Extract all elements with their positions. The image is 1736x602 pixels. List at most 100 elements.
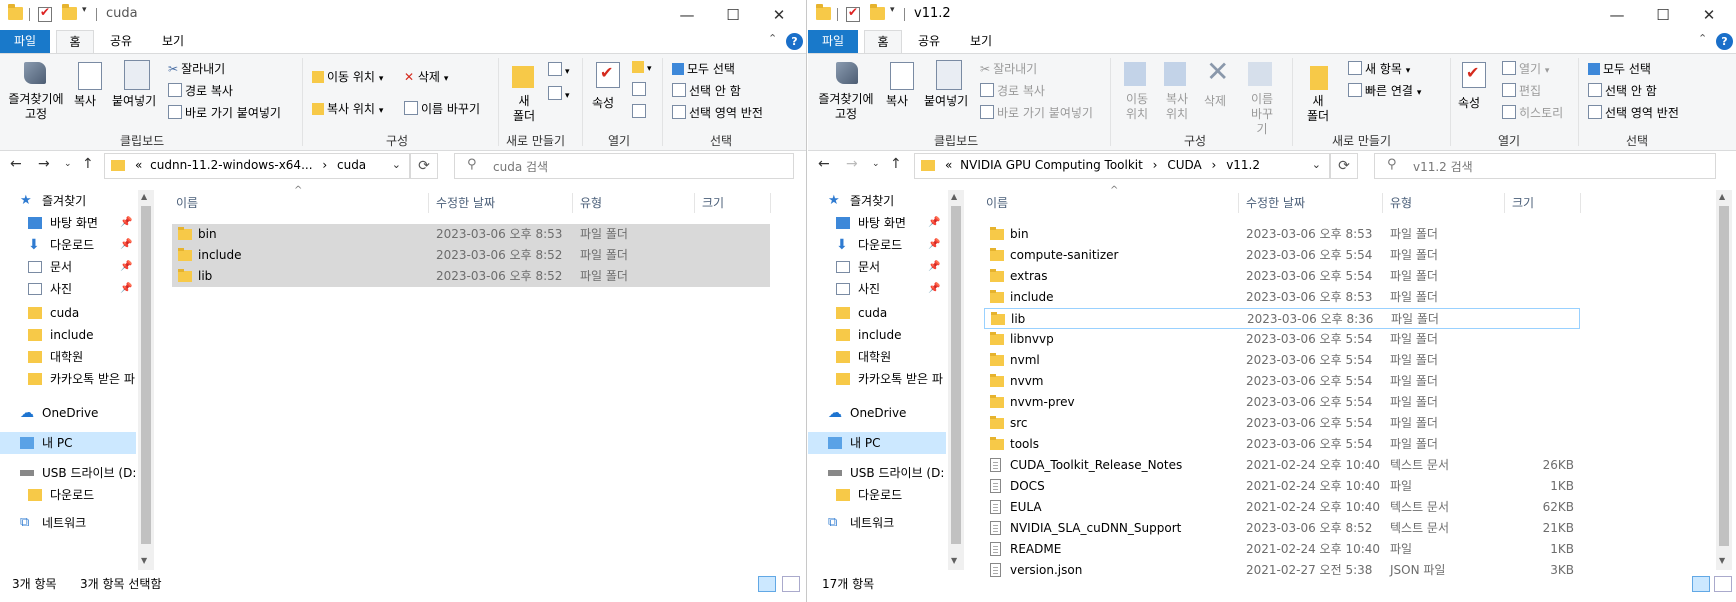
up-arrow-icon[interactable]: ↑ [890,156,902,172]
nav-item[interactable]: 문서 📌 [0,256,136,278]
file-row[interactable]: libnvvp 2023-03-06 오후 5:54 파일 폴더 [984,329,1580,350]
close-button[interactable]: ✕ [756,0,802,30]
address-box[interactable]: « cudnn-11.2-windows-x64... › cuda ⌄ [104,153,410,179]
search-box[interactable]: ⚲ v11.2 검색 [1374,153,1716,179]
close-button[interactable]: ✕ [1686,0,1732,30]
new-folder-button[interactable]: 새 폴더 [1306,94,1330,124]
copy-button[interactable]: 복사 [74,92,96,109]
minimize-button[interactable]: — [664,0,710,30]
copy-path-button[interactable]: 경로 복사 [168,82,233,99]
forward-arrow-icon[interactable]: → [846,156,858,172]
column-type[interactable]: 유형 [1390,193,1412,213]
paste-button[interactable]: 붙여넣기 [112,92,156,109]
nav-item[interactable]: 대학원 [0,346,136,368]
new-folder-button[interactable]: 새 폴더 [512,94,536,124]
invert-selection-button[interactable]: 선택 영역 반전 [672,104,763,121]
nav-item[interactable]: 카카오톡 받은 파 [808,368,946,390]
paste-button[interactable]: 붙여넣기 [924,92,968,109]
nav-item[interactable]: 사진 📌 [0,278,136,300]
maximize-button[interactable]: ☐ [1640,0,1686,30]
breadcrumb-cudnn[interactable]: cudnn-11.2-windows-x64... [150,158,312,172]
back-arrow-icon[interactable]: ← [818,156,830,172]
column-separator[interactable] [428,193,429,213]
chevron-down-icon[interactable]: ⌄ [1312,158,1321,171]
file-row[interactable]: tools 2023-03-06 오후 5:54 파일 폴더 [984,434,1580,455]
paste-shortcut-button[interactable]: 바로 가기 붙여넣기 [168,104,281,121]
chevron-up-icon[interactable]: ⌃ [768,32,777,45]
move-to-button[interactable]: 이동 위치 ▾ [312,68,383,85]
copy-to-button[interactable]: 복사 위치 ▾ [312,100,383,117]
nav-item[interactable]: ★ 즐겨찾기 [808,190,946,212]
history-icon[interactable] [632,104,649,119]
nav-item[interactable]: 다운로드 [0,484,136,506]
chevron-right-icon[interactable]: › [1212,158,1217,172]
tab-share[interactable]: 공유 [906,30,952,53]
file-row[interactable]: nvml 2023-03-06 오후 5:54 파일 폴더 [984,350,1580,371]
nav-item[interactable]: 다운로드 [808,484,946,506]
file-row[interactable]: include 2023-03-06 오후 8:52 파일 폴더 [172,245,770,266]
file-row[interactable]: extras 2023-03-06 오후 5:54 파일 폴더 [984,266,1580,287]
file-row[interactable]: lib 2023-03-06 오후 8:36 파일 폴더 [984,308,1580,329]
column-separator[interactable] [1238,193,1239,213]
file-row[interactable]: compute-sanitizer 2023-03-06 오후 5:54 파일 폴더 [984,245,1580,266]
recent-locations-icon[interactable]: ⌄ [64,159,72,169]
history-button[interactable]: 히스토리 [1502,104,1563,121]
column-separator[interactable] [1580,193,1581,213]
pin-to-quick-access-button[interactable]: 즐겨찾기에 고정 [6,92,66,122]
invert-selection-button[interactable]: 선택 영역 반전 [1588,104,1679,121]
file-row[interactable]: version.json 2021-02-27 오전 5:38 JSON 파일 3KB [984,560,1580,581]
nav-item[interactable]: ⧉ 네트워크 [808,512,946,534]
search-box[interactable]: ⚲ cuda 검색 [454,153,794,179]
breadcrumb-cuda[interactable]: cuda [337,158,366,172]
new-folder-quick-icon[interactable] [62,4,77,20]
tab-home[interactable]: 홈 [864,30,902,54]
recent-locations-icon[interactable]: ⌄ [872,159,880,169]
pin-to-quick-access-button[interactable]: 즐겨찾기에 고정 [816,92,876,122]
cut-button[interactable]: ✂ 잘라내기 [168,60,225,77]
customize-toolbar-icon[interactable]: ▾ [890,5,895,15]
properties-button[interactable]: 속성 [592,94,614,111]
nav-item[interactable]: USB 드라이브 (D: [808,462,946,484]
select-all-button[interactable]: 모두 선택 [1588,60,1651,77]
file-row[interactable]: NVIDIA_SLA_cuDNN_Support 2023-03-06 오후 8:… [984,518,1580,539]
nav-scrollbar[interactable]: ▲ ▼ [138,190,154,570]
column-separator[interactable] [1382,193,1383,213]
column-separator[interactable] [572,193,573,213]
column-date[interactable]: 수정한 날짜 [436,193,495,213]
tab-view[interactable]: 보기 [958,30,1004,53]
select-none-button[interactable]: 선택 안 함 [672,82,741,99]
nav-item[interactable]: ★ 즐겨찾기 [0,190,136,212]
file-row[interactable]: nvvm-prev 2023-03-06 오후 5:54 파일 폴더 [984,392,1580,413]
help-icon[interactable]: ? [1716,33,1733,50]
refresh-button[interactable]: ⟳ [1330,153,1358,179]
tab-file[interactable]: 파일 [808,30,858,53]
help-icon[interactable]: ? [786,33,803,50]
minimize-button[interactable]: — [1594,0,1640,30]
file-row[interactable]: DOCS 2021-02-24 오후 10:40 파일 1KB [984,476,1580,497]
properties-button[interactable]: 속성 [1458,94,1480,111]
breadcrumb-cuda[interactable]: CUDA [1167,158,1201,172]
search-placeholder[interactable]: v11.2 검색 [1413,158,1473,175]
delete-button[interactable]: 삭제 [1204,92,1226,109]
file-row[interactable]: EULA 2021-02-24 오후 10:40 텍스트 문서 62KB [984,497,1580,518]
nav-item[interactable]: ☁ OneDrive [0,402,136,424]
edit-icon[interactable] [632,82,649,97]
paste-shortcut-button[interactable]: 바로 가기 붙여넣기 [980,104,1093,121]
nav-item[interactable]: include [808,324,946,346]
nav-item[interactable]: ☁ OneDrive [808,402,946,424]
nav-item[interactable]: 바탕 화면 📌 [808,212,946,234]
nav-item[interactable]: include [0,324,136,346]
chevron-right-icon[interactable]: › [322,158,327,172]
file-row[interactable]: include 2023-03-06 오후 8:53 파일 폴더 [984,287,1580,308]
chevron-down-icon[interactable]: ⌄ [392,158,401,171]
breadcrumb-overflow[interactable]: « [945,158,952,172]
search-placeholder[interactable]: cuda 검색 [493,158,548,175]
scroll-down-arrow[interactable]: ▼ [141,556,147,565]
scroll-down-arrow[interactable]: ▼ [951,556,957,565]
file-row[interactable]: bin 2023-03-06 오후 8:53 파일 폴더 [984,224,1580,245]
up-arrow-icon[interactable]: ↑ [82,156,94,172]
rename-button[interactable]: 이름 바꾸기 [1246,92,1278,137]
easy-access-button[interactable]: 빠른 연결 ▾ [1348,82,1421,99]
scroll-down-arrow[interactable]: ▼ [1719,556,1725,565]
move-to-button[interactable]: 이동 위치 [1122,92,1152,122]
